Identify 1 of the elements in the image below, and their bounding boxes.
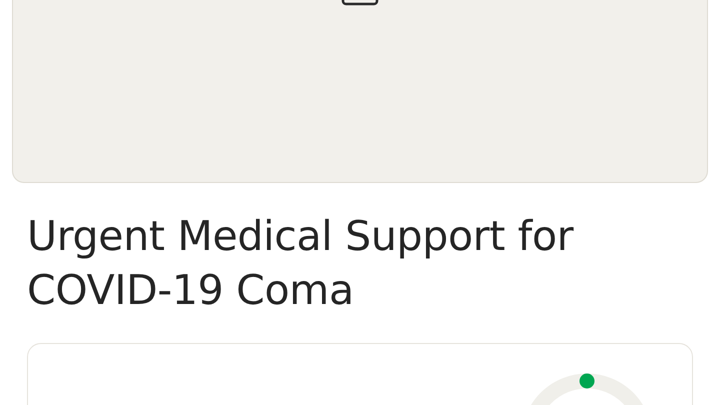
campaign-title: Urgent Medical Support for COVID-19 Coma (27, 211, 575, 316)
